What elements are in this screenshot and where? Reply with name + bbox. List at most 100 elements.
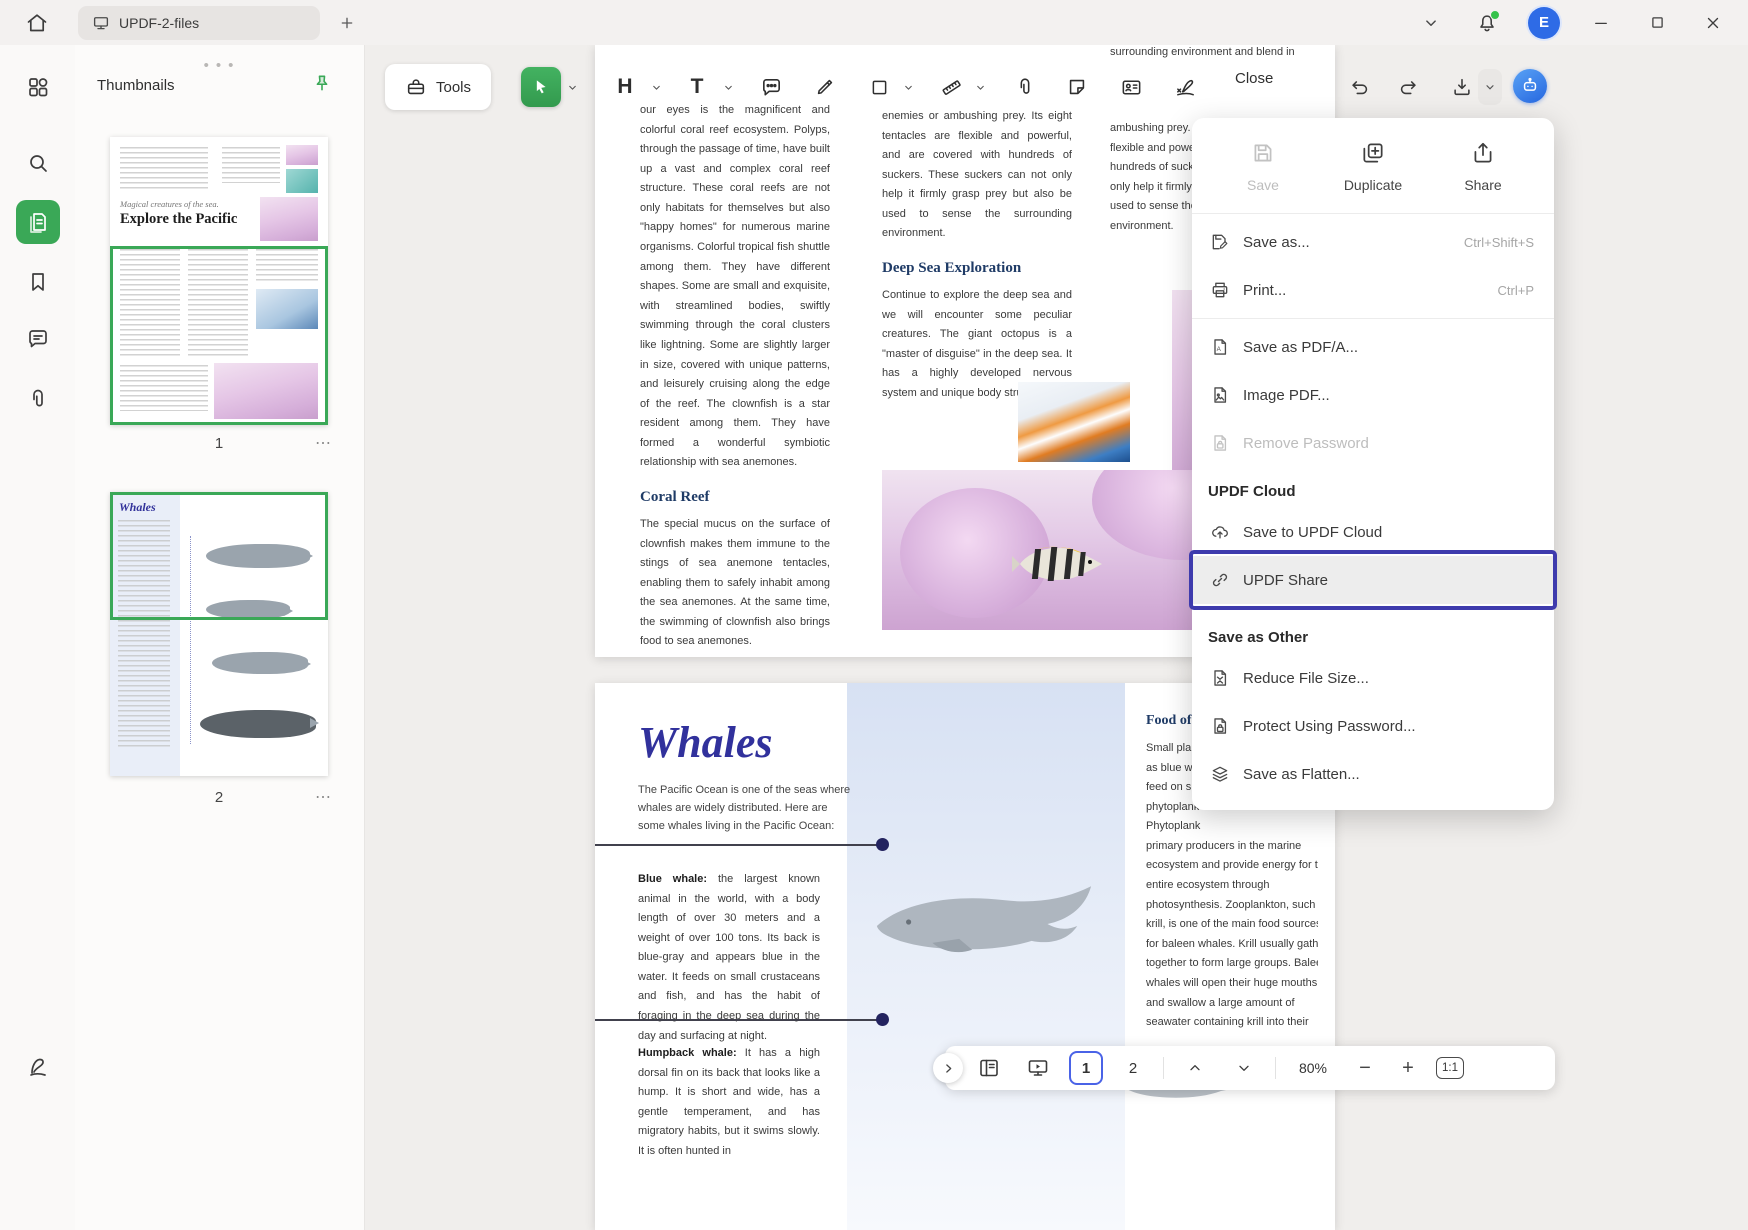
cloud-upload-icon	[1210, 522, 1230, 542]
share-icon	[1470, 140, 1496, 166]
close-window-button[interactable]	[1698, 8, 1728, 38]
sidebar-item-sign[interactable]	[16, 1045, 60, 1089]
thumbnail-overflow-button[interactable]: ⋯	[315, 433, 332, 453]
shape-tool-chevron[interactable]	[901, 78, 915, 96]
thumbnail-page-number: 2	[110, 789, 328, 806]
sidebar-item-apps[interactable]	[16, 65, 60, 109]
shape-tool-button[interactable]	[859, 67, 899, 107]
avatar[interactable]: E	[1528, 7, 1560, 39]
select-tool-button[interactable]	[521, 67, 561, 107]
menu-section-save-as-other: Save as Other	[1192, 613, 1554, 654]
minimize-button[interactable]	[1586, 8, 1616, 38]
collapse-toolbar-button[interactable]	[1416, 8, 1446, 38]
menu-item-save-as-flatten[interactable]: Save as Flatten...	[1192, 750, 1554, 798]
menu-item-print[interactable]: Print... Ctrl+P	[1192, 266, 1554, 314]
thumbnail-page-number: 1	[110, 435, 328, 452]
slideshow-button[interactable]	[1020, 1050, 1056, 1086]
menu-duplicate-action[interactable]: Duplicate	[1318, 140, 1428, 193]
menu-item-save-as[interactable]: Save as... Ctrl+Shift+S	[1192, 218, 1554, 266]
paperclip-icon	[1014, 76, 1036, 98]
link-icon	[1210, 570, 1230, 590]
page-thumbnail-2[interactable]: Whales	[110, 492, 328, 776]
toolbox-icon	[405, 76, 427, 98]
expand-statusbar-button[interactable]	[933, 1053, 963, 1083]
comment-tool-button[interactable]	[751, 67, 791, 107]
menu-item-protect-using-password[interactable]: Protect Using Password...	[1192, 702, 1554, 750]
maximize-button[interactable]	[1642, 8, 1672, 38]
doc-text-line: together to form large groups. Baleen	[1146, 954, 1318, 974]
save-button[interactable]	[1444, 69, 1480, 105]
page-thumbnail-1[interactable]: Magical creatures of the sea. Explore th…	[110, 137, 328, 425]
text-tool-button[interactable]: T	[677, 67, 717, 107]
tools-button[interactable]: Tools	[385, 64, 491, 110]
pin-icon[interactable]	[312, 73, 332, 93]
menu-item-save-to-updf-cloud[interactable]: Save to UPDF Cloud	[1192, 508, 1554, 556]
menu-item-shortcut: Ctrl+P	[1498, 283, 1534, 298]
text-tool-chevron[interactable]	[721, 78, 735, 96]
notifications-button[interactable]	[1472, 8, 1502, 38]
paperclip-icon	[26, 387, 50, 411]
menu-share-action[interactable]: Share	[1428, 140, 1538, 193]
thumbnail-overflow-button[interactable]: ⋯	[315, 787, 332, 807]
menu-divider	[1192, 608, 1554, 609]
document-tab[interactable]: UPDF-2-files	[78, 6, 320, 40]
heading-tool-button[interactable]: H	[605, 67, 645, 107]
doc-text-line: krill, is one of the main food sources	[1146, 915, 1318, 935]
zoom-level[interactable]: 80%	[1289, 1060, 1337, 1076]
striped-fish-illustration	[1012, 540, 1108, 588]
reading-mode-button[interactable]	[971, 1050, 1007, 1086]
pages-icon	[26, 210, 50, 234]
thumb-text-texture	[120, 147, 208, 191]
undo-button[interactable]	[1342, 69, 1378, 105]
menu-action-label: Share	[1464, 177, 1501, 193]
doc-text-line: ecosystem and provide energy for the	[1146, 856, 1318, 876]
thumb-teal-coral-badge	[286, 169, 318, 193]
chevron-right-icon	[942, 1062, 955, 1075]
save-menu-chevron[interactable]	[1478, 69, 1502, 105]
panel-drag-handle[interactable]: • • •	[204, 57, 236, 74]
marker-pen-icon	[814, 76, 836, 98]
left-sidebar	[0, 45, 75, 1230]
sidebar-item-bookmarks[interactable]	[16, 260, 60, 304]
signature-tool-button[interactable]	[1165, 67, 1205, 107]
unlock-document-icon	[1210, 433, 1230, 453]
sidebar-item-thumbnails[interactable]	[16, 200, 60, 244]
zoom-out-button[interactable]: −	[1350, 1057, 1380, 1080]
sidebar-item-attachments[interactable]	[16, 377, 60, 421]
menu-item-reduce-file-size[interactable]: Reduce File Size...	[1192, 654, 1554, 702]
zoom-in-button[interactable]: +	[1393, 1057, 1423, 1080]
ai-assistant-button[interactable]	[1513, 69, 1547, 103]
humpback-text: It has a high dorsal fin on its back tha…	[638, 1047, 820, 1157]
home-button[interactable]	[16, 6, 58, 40]
thumb-text-texture	[256, 249, 318, 283]
thumb-anemone-photo	[214, 363, 318, 419]
doc-text-line: surrounding environment and blend in	[1110, 46, 1295, 58]
thumb-text-texture	[118, 520, 170, 750]
close-edit-button[interactable]: Close	[1235, 70, 1273, 87]
pen-tool-button[interactable]	[805, 67, 845, 107]
attach-tool-button[interactable]	[1005, 67, 1045, 107]
sidebar-item-comments[interactable]	[16, 317, 60, 361]
new-tab-button[interactable]	[334, 13, 360, 33]
select-tool-chevron[interactable]	[565, 78, 579, 96]
actual-size-button[interactable]: 1:1	[1436, 1057, 1464, 1079]
presentation-icon	[1026, 1056, 1050, 1080]
next-page-button[interactable]	[1226, 1050, 1262, 1086]
save-as-icon	[1210, 232, 1230, 252]
page-button-2[interactable]: 2	[1116, 1051, 1150, 1085]
id-card-tool-button[interactable]	[1111, 67, 1151, 107]
flatten-layers-icon	[1210, 764, 1230, 784]
heading-tool-chevron[interactable]	[649, 78, 663, 96]
previous-page-button[interactable]	[1177, 1050, 1213, 1086]
page-button-1[interactable]: 1	[1069, 1051, 1103, 1085]
measure-tool-chevron[interactable]	[973, 78, 987, 96]
sidebar-item-search[interactable]	[16, 141, 60, 185]
page1-column-1: our eyes is the magnificent and colorful…	[640, 101, 830, 652]
redo-button[interactable]	[1390, 69, 1426, 105]
doc-text-line: and swallow a large amount of	[1146, 994, 1318, 1014]
measure-tool-button[interactable]	[931, 67, 971, 107]
menu-item-image-pdf[interactable]: Image PDF...	[1192, 371, 1554, 419]
sticker-tool-button[interactable]	[1057, 67, 1097, 107]
menu-item-updf-share[interactable]: UPDF Share	[1192, 556, 1554, 604]
menu-item-save-as-pdfa[interactable]: A Save as PDF/A...	[1192, 323, 1554, 371]
